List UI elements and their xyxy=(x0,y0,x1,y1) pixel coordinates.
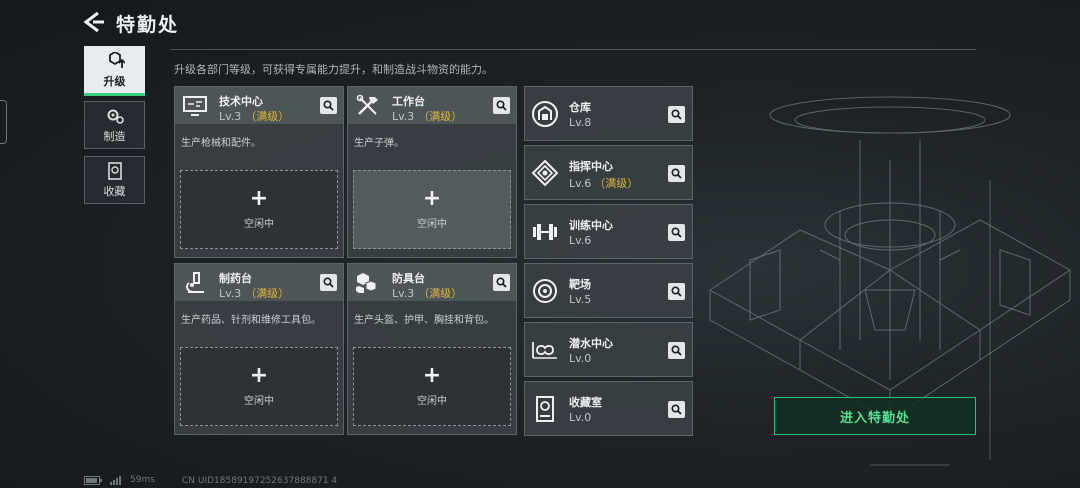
tab-upgrade[interactable]: 升级 xyxy=(84,46,145,94)
room-level: Lv.8 xyxy=(569,116,592,129)
room-name: 训练中心 xyxy=(569,219,613,232)
room-command-center[interactable]: 指挥中心 Lv.6 （满级） xyxy=(524,145,693,200)
plus-icon: + xyxy=(249,186,269,211)
panel-workbench[interactable]: 工作台 Lv.3 （满级） 生产子弹。 + 空闲中 xyxy=(347,86,517,258)
tab-craft[interactable]: 制造 xyxy=(84,101,145,149)
search-button[interactable] xyxy=(668,283,685,300)
panel-level: Lv.3 （满级） xyxy=(219,287,290,300)
diving-icon xyxy=(532,342,557,359)
tools-icon xyxy=(356,94,378,115)
target-icon xyxy=(533,279,557,303)
room-training-center[interactable]: 训练中心 Lv.6 xyxy=(524,204,693,259)
panel-level: Lv.3 （满级） xyxy=(392,287,463,300)
side-drawer-handle[interactable] xyxy=(0,100,7,144)
room-name: 指挥中心 xyxy=(569,160,613,173)
search-button[interactable] xyxy=(668,165,685,182)
search-icon xyxy=(496,100,507,111)
production-slot[interactable]: + 空闲中 xyxy=(180,170,338,249)
panel-name: 工作台 xyxy=(392,95,425,108)
room-level: Lv.5 xyxy=(569,293,592,306)
collection-icon xyxy=(107,161,122,180)
slot-status: 空闲中 xyxy=(417,396,447,407)
search-icon xyxy=(496,277,507,288)
panel-name: 防具台 xyxy=(392,272,425,285)
enter-facility-button[interactable]: 进入特勤处 xyxy=(774,397,976,435)
header-divider xyxy=(170,49,976,50)
search-button[interactable] xyxy=(668,106,685,123)
production-slot[interactable]: + 空闲中 xyxy=(353,347,511,426)
panel-description: 生产头盔、护甲、胸挂和背包。 xyxy=(354,315,494,326)
room-name: 收藏室 xyxy=(569,396,602,409)
room-diving-center[interactable]: 潜水中心 Lv.0 xyxy=(524,322,693,377)
slot-status: 空闲中 xyxy=(417,219,447,230)
room-name: 仓库 xyxy=(569,101,591,114)
command-icon xyxy=(531,159,559,187)
monitor-icon xyxy=(183,96,207,116)
production-slot[interactable]: + 空闲中 xyxy=(180,347,338,426)
page-title: 特勤处 xyxy=(116,14,180,36)
armor-icon xyxy=(356,273,377,293)
slot-status: 空闲中 xyxy=(244,219,274,230)
panel-level: Lv.3 （满级） xyxy=(219,110,290,123)
upgrade-icon xyxy=(108,51,125,68)
search-button[interactable] xyxy=(668,224,685,241)
search-icon xyxy=(323,100,334,111)
search-icon xyxy=(671,404,682,415)
tab-collection[interactable]: 收藏 xyxy=(84,156,145,204)
plus-icon: + xyxy=(422,186,442,211)
room-level: Lv.6 （满级） xyxy=(569,177,639,190)
collection-room-icon xyxy=(536,396,554,422)
slot-status: 空闲中 xyxy=(244,396,274,407)
microscope-icon xyxy=(185,272,204,293)
plus-icon: + xyxy=(422,363,442,388)
room-collection-room[interactable]: 收藏室 Lv.0 xyxy=(524,381,693,436)
room-warehouse[interactable]: 仓库 Lv.8 xyxy=(524,86,693,141)
gear-icon xyxy=(107,109,124,124)
page-description: 升级各部门等级，可获得专属能力提升，和制造战斗物资的能力。 xyxy=(174,63,493,76)
search-button[interactable] xyxy=(668,401,685,418)
room-level: Lv.6 xyxy=(569,234,592,247)
panel-armor-bench[interactable]: 防具台 Lv.3 （满级） 生产头盔、护甲、胸挂和背包。 + 空闲中 xyxy=(347,263,517,435)
production-slot[interactable]: + 空闲中 xyxy=(353,170,511,249)
panel-tech-center[interactable]: 技术中心 Lv.3 （满级） 生产枪械和配件。 + 空闲中 xyxy=(174,86,344,258)
room-level: Lv.0 xyxy=(569,411,592,424)
search-button[interactable] xyxy=(668,342,685,359)
signal-icon xyxy=(110,475,121,485)
panel-level: Lv.3 （满级） xyxy=(392,110,463,123)
active-tab-indicator xyxy=(84,93,145,96)
search-button[interactable] xyxy=(493,97,510,114)
tab-craft-label: 制造 xyxy=(103,129,126,143)
search-button[interactable] xyxy=(320,97,337,114)
search-icon xyxy=(671,227,682,238)
search-button[interactable] xyxy=(493,274,510,291)
search-button[interactable] xyxy=(320,274,337,291)
plus-icon: + xyxy=(249,363,269,388)
room-name: 潜水中心 xyxy=(569,337,613,350)
room-level: Lv.0 xyxy=(569,352,592,365)
search-icon xyxy=(671,109,682,120)
warehouse-icon xyxy=(532,101,558,127)
panel-description: 生产药品、针剂和维修工具包。 xyxy=(181,315,321,326)
tab-collection-label: 收藏 xyxy=(103,184,126,198)
status-bar: 59ms xyxy=(84,475,155,485)
player-uid: CN UID18589197252637888871 4 xyxy=(182,476,338,486)
search-icon xyxy=(671,168,682,179)
room-shooting-range[interactable]: 靶场 Lv.5 xyxy=(524,263,693,318)
panel-name: 制药台 xyxy=(219,272,252,285)
ping-value: 59ms xyxy=(130,475,155,485)
tab-upgrade-label: 升级 xyxy=(103,74,126,88)
search-icon xyxy=(671,286,682,297)
search-icon xyxy=(323,277,334,288)
room-name: 靶场 xyxy=(569,278,591,291)
panel-description: 生产子弹。 xyxy=(354,138,404,149)
search-icon xyxy=(671,345,682,356)
dumbbell-icon xyxy=(533,224,557,240)
panel-pharmacy[interactable]: 制药台 Lv.3 （满级） 生产药品、针剂和维修工具包。 + 空闲中 xyxy=(174,263,344,435)
panel-description: 生产枪械和配件。 xyxy=(181,138,261,149)
panel-name: 技术中心 xyxy=(219,95,263,108)
back-arrow-icon[interactable] xyxy=(82,11,106,33)
battery-icon xyxy=(84,475,102,485)
